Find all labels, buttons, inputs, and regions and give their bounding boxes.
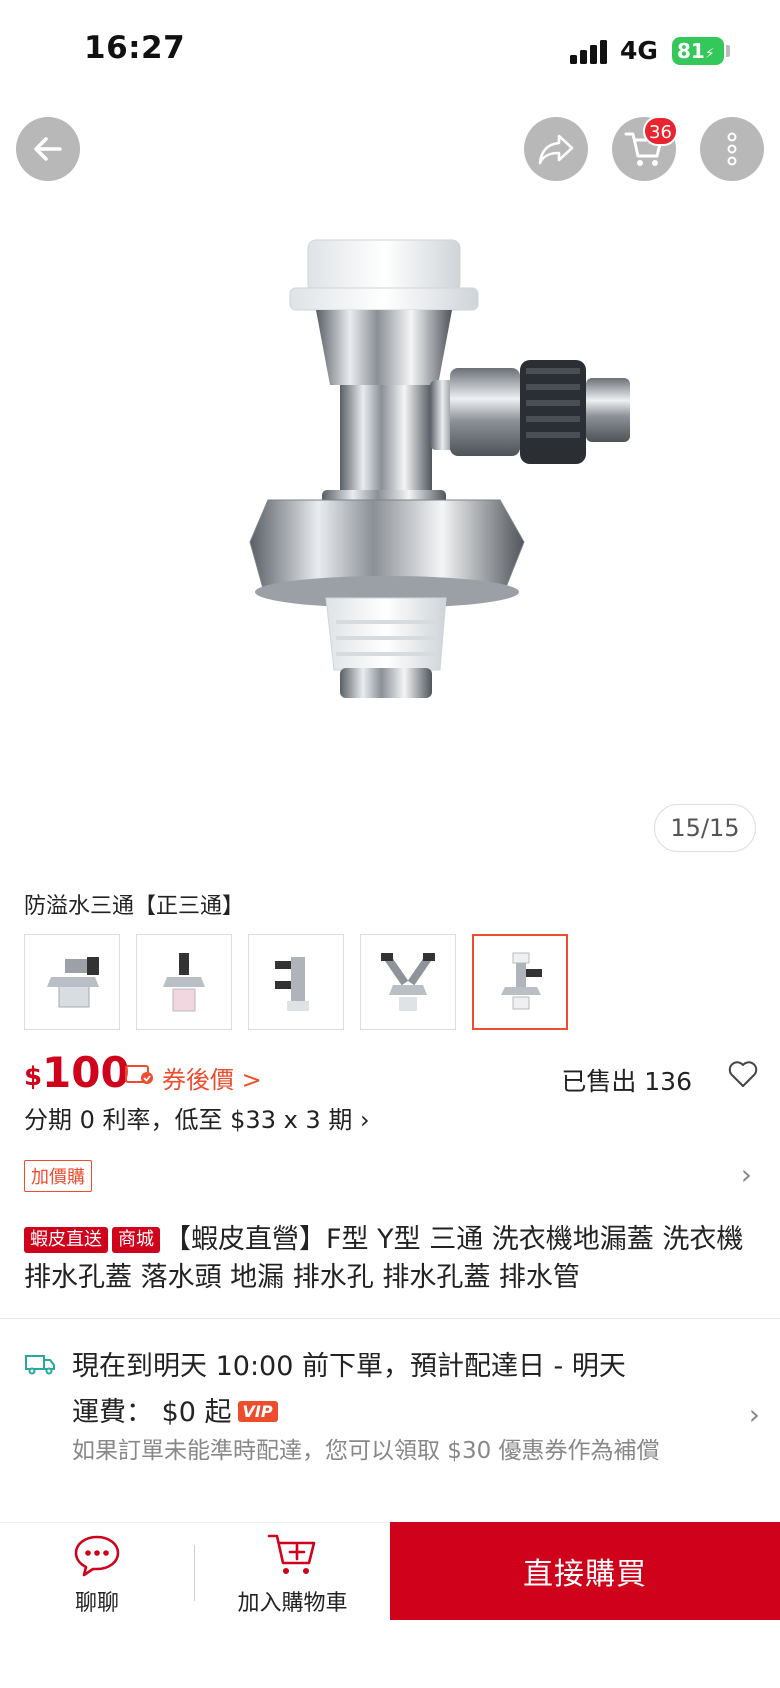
double-fitting-image	[275, 957, 309, 1011]
battery-level: 81	[677, 39, 705, 63]
chat-button[interactable]: 聊聊	[0, 1523, 194, 1623]
battery-icon: 81⚡	[672, 37, 724, 65]
shipping-fee-text: 運費： $0 起	[72, 1397, 232, 1428]
variant-thumb-3[interactable]	[248, 934, 344, 1030]
coupon-price-link[interactable]: 券後價 >	[162, 1060, 262, 1095]
coupon-icon	[125, 1065, 153, 1084]
straight-fitting-image	[163, 953, 205, 1012]
variant-thumbnails	[24, 934, 568, 1030]
variant-thumb-4[interactable]	[360, 934, 456, 1030]
chevron-right-icon: ›	[740, 1158, 752, 1191]
product-illustration	[249, 239, 630, 698]
vip-badge: VIP	[237, 1401, 278, 1422]
elbow-fitting-image	[47, 957, 99, 1008]
installment-info[interactable]: 分期 0 利率，低至 $33 x 3 期 ›	[24, 1100, 370, 1135]
y-fitting-image	[381, 953, 435, 1011]
variant-thumb-1[interactable]	[24, 934, 120, 1030]
truck-icon	[25, 1355, 55, 1375]
back-button[interactable]	[16, 117, 80, 181]
sold-count: 已售出 136	[561, 1067, 692, 1096]
price-currency: $	[24, 1062, 43, 1092]
signal-icon	[570, 40, 610, 64]
product-image[interactable]	[0, 200, 780, 850]
status-bar: 16:27 4G 81⚡	[0, 0, 780, 100]
chat-icon	[74, 1535, 120, 1577]
addon-badge: 加價購	[24, 1160, 92, 1192]
tag-shopee-direct: 蝦皮直送	[24, 1227, 108, 1253]
add-to-cart-button[interactable]: 加入購物車	[195, 1523, 390, 1623]
add-cart-icon	[267, 1534, 316, 1574]
price-amount: 100	[42, 1048, 130, 1097]
share-button[interactable]	[524, 117, 588, 181]
cart-count-badge: 36	[643, 116, 678, 146]
image-page-indicator: 15/15	[654, 804, 756, 852]
battery-tip	[726, 45, 730, 57]
delivery-guarantee-note: 如果訂單未能準時配達，您可以領取 $30 優惠券作為補償	[72, 1438, 660, 1464]
share-icon	[538, 134, 574, 165]
tag-mall: 商城	[112, 1227, 160, 1253]
product-title: 蝦皮直送 商城 【蝦皮直營】F型 Y型 三通 洗衣機地漏蓋 洗衣機排水孔蓋 落水頭 …	[24, 1221, 756, 1297]
add-to-cart-label: 加入購物車	[237, 1591, 348, 1616]
chevron-right-icon: ›	[748, 1398, 760, 1431]
tee-fitting-image	[501, 952, 542, 1010]
addon-row[interactable]: 加價購 ›	[24, 1158, 756, 1194]
shipping-section[interactable]: 現在到明天 10:00 前下單，預計配達日 - 明天 運費： $0 起 VIP 如…	[24, 1336, 764, 1516]
status-time: 16:27	[84, 30, 186, 66]
divider	[0, 1318, 780, 1319]
variant-thumb-2[interactable]	[136, 934, 232, 1030]
delivery-estimate: 現在到明天 10:00 前下單，預計配達日 - 明天	[72, 1351, 626, 1382]
shipping-fee: 運費： $0 起 VIP	[72, 1390, 278, 1429]
heart-icon[interactable]	[728, 1060, 758, 1088]
price-row: $ 100 券後價 > 已售出 136	[24, 1046, 764, 1098]
arrow-left-icon	[34, 137, 62, 161]
variant-thumb-5[interactable]	[472, 934, 568, 1030]
network-type: 4G	[620, 36, 658, 65]
more-vertical-icon	[727, 132, 737, 166]
variant-label: 防溢水三通【正三通】	[24, 894, 245, 919]
buy-now-button[interactable]: 直接購買	[390, 1522, 780, 1620]
more-button[interactable]	[700, 117, 764, 181]
chat-label: 聊聊	[74, 1591, 119, 1616]
